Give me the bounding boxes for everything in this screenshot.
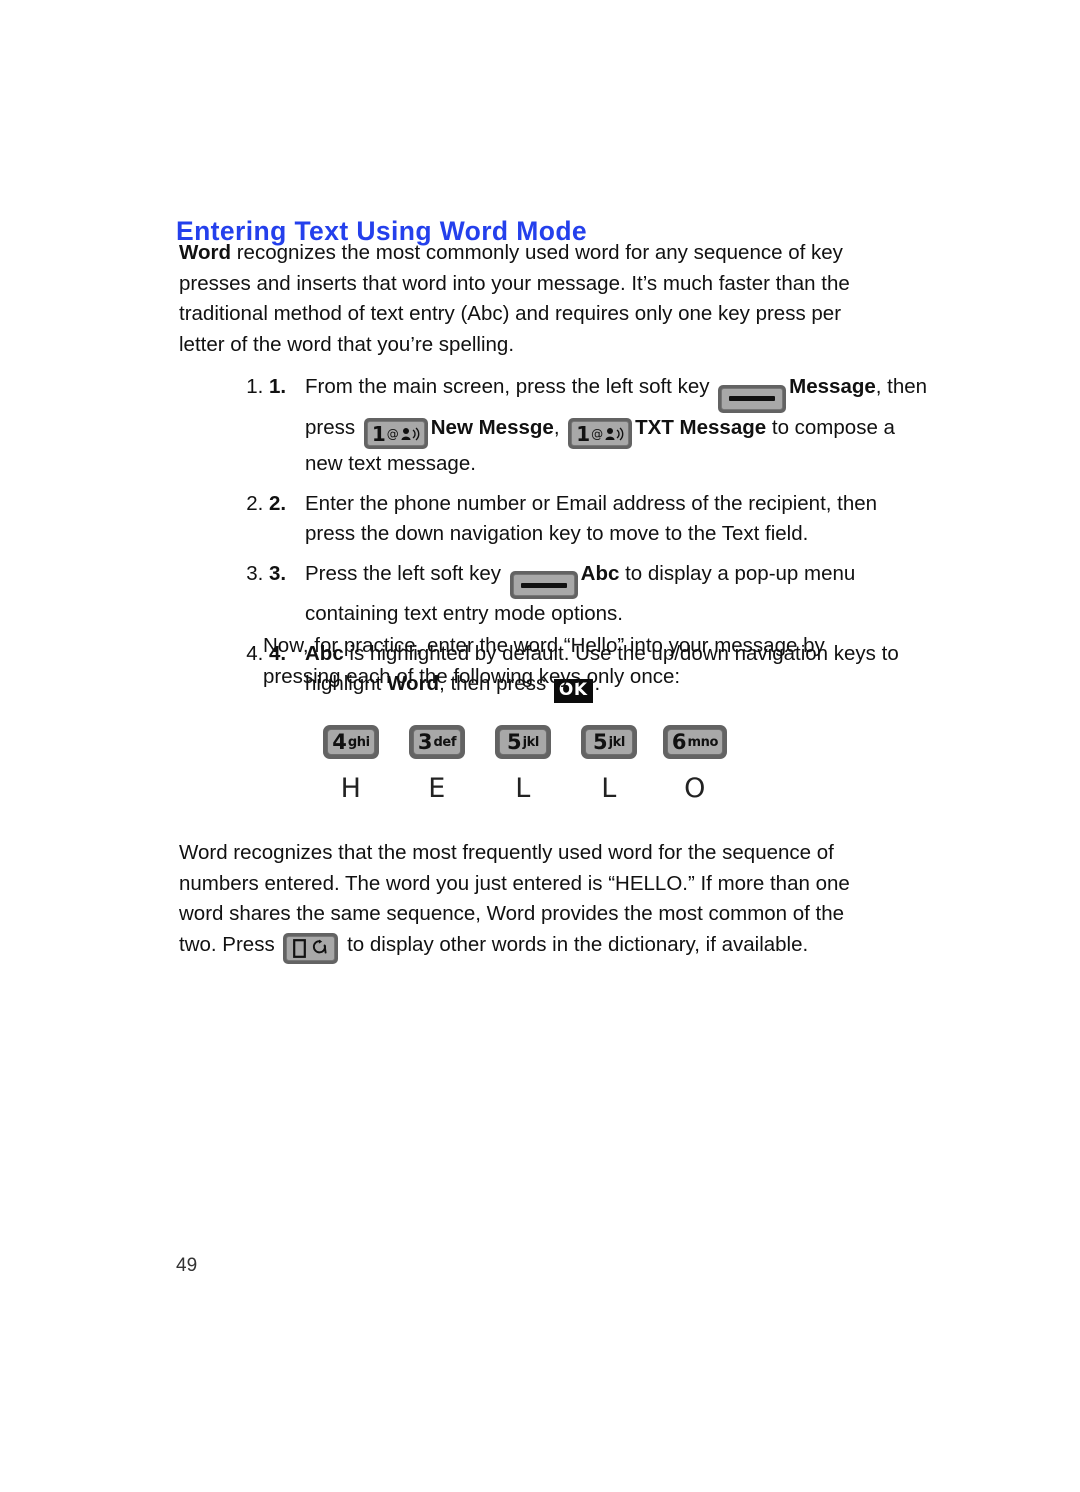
intro-text: recognizes the most commonly used word f… (179, 241, 850, 356)
step-text: , (553, 415, 566, 439)
intro-lead-bold: Word (179, 241, 232, 264)
key-0-next-word-icon (280, 932, 341, 964)
key-letters: mno (687, 734, 719, 750)
keypad-demo-cell: 6 mno O (662, 725, 728, 804)
soft-key-icon (718, 384, 787, 413)
keypad-result-letter: E (428, 773, 446, 804)
practice-paragraph: Now, for practice, enter the word “Hello… (263, 634, 825, 688)
keypad-demo-cell: 5 jkl L (576, 725, 642, 804)
step-number: 1. (269, 375, 287, 398)
key-digit: 3 (417, 729, 433, 754)
procedure-step: 3.Press the left soft key Abc to display… (269, 559, 929, 630)
key-letters: jkl (522, 734, 540, 750)
key-5-jkl-icon: 5 jkl (581, 725, 637, 759)
outro-paragraph: Word recognizes that the most frequently… (179, 838, 885, 964)
key-digit: 6 (671, 729, 687, 754)
key-digit: 4 (332, 729, 347, 754)
key-digit: 5 (507, 729, 522, 754)
step-text: Enter the phone number or Email address … (305, 491, 878, 546)
step-text: Press the left soft key (305, 561, 507, 585)
key-5-jkl-icon: 5 jkl (495, 725, 551, 759)
step-text: From the main screen, press the left sof… (305, 375, 716, 398)
page-number: 49 (176, 1255, 198, 1276)
key-letters: def (433, 734, 457, 750)
key-3-def-icon: 3 def (408, 725, 466, 759)
key-digit: 5 (593, 729, 608, 754)
step-text-emphasis: Message (789, 375, 876, 398)
step-number: 2. (269, 491, 287, 515)
keypad-result-letter: O (684, 773, 706, 804)
key-1-message-icon: 1 @ (568, 418, 633, 449)
keypad-result-letter: L (601, 773, 617, 804)
keypad-demo-cell: 5 jkl L (490, 725, 556, 804)
outro-text-part2: to display other words in the dictionary… (341, 932, 809, 956)
key-4-ghi-icon: 4 ghi (323, 725, 379, 759)
key-6-mno-icon: 6 mno (662, 725, 728, 759)
keypad-demo-row: 4 ghi H 3 def E 5 jkl L 5 jkl L 6 mno O (318, 725, 728, 804)
procedure-step: 1. From the main screen, press the left s… (269, 372, 929, 480)
keypad-demo-cell: 3 def E (404, 725, 470, 804)
keypad-demo-cell: 4 ghi H (318, 725, 384, 804)
key-letters: jkl (608, 734, 626, 750)
intro-paragraph: Word recognizes the most commonly used w… (179, 238, 879, 360)
key-0-next-word-icon (283, 932, 339, 964)
key-1-message-icon: 1 @ (363, 418, 428, 449)
procedure-step: 2. Enter the phone number or Email addres… (269, 489, 929, 550)
keypad-result-letter: H (340, 773, 362, 804)
step-text-emphasis: Abc (580, 561, 620, 585)
key-letters: ghi (347, 734, 370, 750)
manual-page: Entering Text Using Word Mode Word recog… (0, 0, 1080, 1492)
step-text-emphasis: TXT Message (635, 415, 767, 439)
step-number: 3. (269, 561, 287, 585)
keypad-result-letter: L (515, 773, 531, 804)
soft-key-icon (509, 571, 578, 599)
step-text-emphasis: New Messge (430, 415, 554, 439)
